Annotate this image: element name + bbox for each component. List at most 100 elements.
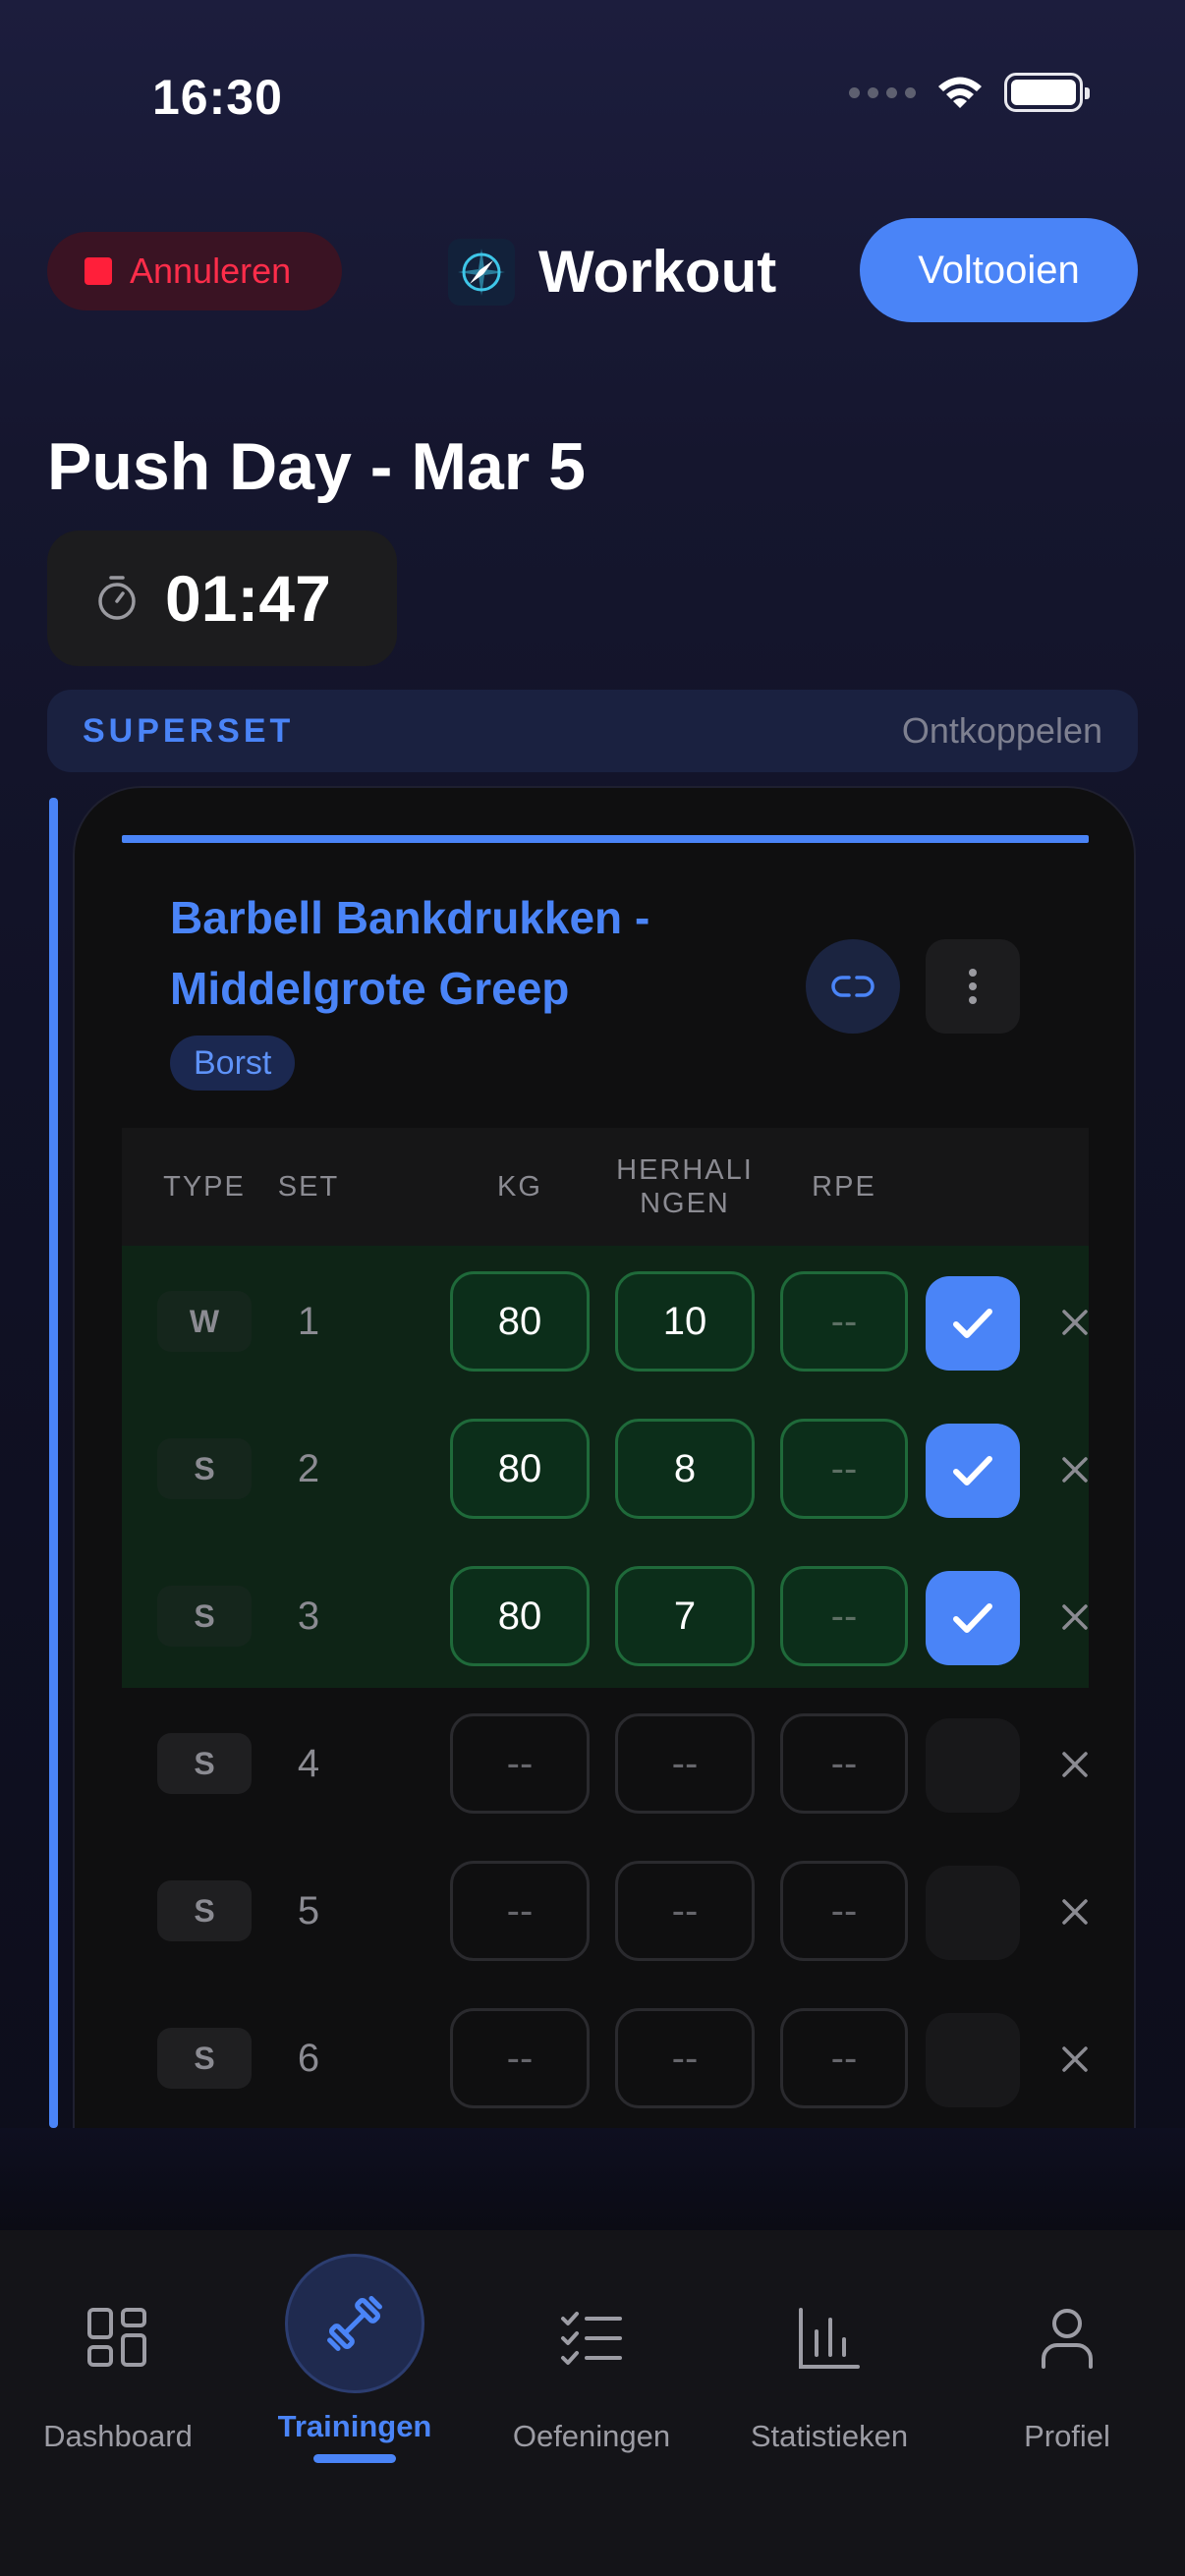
tab-label: Profiel <box>1024 2419 1110 2453</box>
timer-value: 01:47 <box>165 562 331 635</box>
status-icons <box>849 73 1090 112</box>
delete-set-button[interactable] <box>1045 2030 1104 2089</box>
complete-set-checkbox[interactable] <box>926 1424 1020 1518</box>
reps-input[interactable]: -- <box>615 1861 755 1961</box>
set-row: S 3 80 7 -- <box>122 1540 1089 1688</box>
delete-set-button[interactable] <box>1045 1440 1104 1499</box>
set-type-chip[interactable]: S <box>157 1880 252 1941</box>
set-type-chip[interactable]: S <box>157 2028 252 2089</box>
person-icon <box>1028 2299 1106 2378</box>
tab-oefeningen[interactable]: Oefeningen <box>474 2230 709 2466</box>
set-number: 1 <box>297 1299 320 1343</box>
checklist-icon <box>552 2299 631 2378</box>
active-tab-indicator <box>313 2454 396 2463</box>
set-row: S 4 -- -- -- <box>122 1688 1089 1835</box>
bar-chart-icon <box>790 2299 869 2378</box>
set-row: S 2 80 8 -- <box>122 1393 1089 1540</box>
tab-profiel[interactable]: Profiel <box>949 2230 1185 2466</box>
set-number: 4 <box>297 1741 320 1785</box>
tab-trainingen[interactable]: Trainingen <box>237 2230 473 2466</box>
tab-statistieken[interactable]: Statistieken <box>711 2230 947 2466</box>
delete-set-button[interactable] <box>1045 1293 1104 1352</box>
grid-icon <box>79 2299 157 2378</box>
rpe-input[interactable]: -- <box>780 2008 908 2108</box>
workout-title: Push Day - Mar 5 <box>47 429 586 504</box>
complete-set-checkbox[interactable] <box>926 1571 1020 1665</box>
rpe-input[interactable]: -- <box>780 1713 908 1814</box>
reps-input[interactable]: 10 <box>615 1271 755 1372</box>
delete-set-button[interactable] <box>1045 1882 1104 1941</box>
status-time: 16:30 <box>152 70 283 125</box>
card-accent-line <box>122 835 1089 843</box>
kg-input[interactable]: -- <box>450 1713 590 1814</box>
header-title: Workout <box>448 238 776 306</box>
complete-set-checkbox[interactable] <box>926 1276 1020 1371</box>
muscle-badge: Borst <box>170 1036 296 1091</box>
column-type: TYPE <box>163 1171 246 1203</box>
kg-input[interactable]: 80 <box>450 1566 590 1666</box>
link-icon <box>831 976 875 997</box>
set-type-chip[interactable]: S <box>157 1733 252 1794</box>
kg-input[interactable]: -- <box>450 1861 590 1961</box>
checkmark-icon <box>953 1456 992 1485</box>
workout-timer: 01:47 <box>47 531 397 666</box>
close-icon <box>1062 1899 1088 1925</box>
kg-input[interactable]: -- <box>450 2008 590 2108</box>
column-rpe: RPE <box>812 1171 876 1203</box>
more-options-button[interactable] <box>926 939 1020 1034</box>
exercise-card: Barbell Bankdrukken - Middelgrote Greep … <box>73 786 1136 2128</box>
sets-table: TYPE SET KG HERHALI NGEN RPE W 1 80 10 -- S 2 8… <box>122 1128 1089 2128</box>
checkmark-icon <box>953 1309 992 1338</box>
superset-bar: SUPERSET Ontkoppelen <box>47 690 1138 772</box>
stopwatch-icon <box>98 576 136 620</box>
tab-label: Trainingen <box>277 2409 432 2443</box>
set-number: 3 <box>297 1594 320 1638</box>
reps-input[interactable]: -- <box>615 1713 755 1814</box>
set-type-chip[interactable]: W <box>157 1291 252 1352</box>
cellular-signal-icon <box>849 86 916 98</box>
complete-set-checkbox[interactable] <box>926 2013 1020 2107</box>
superset-link-button[interactable] <box>806 939 900 1034</box>
rpe-input[interactable]: -- <box>780 1419 908 1519</box>
workout-screen: 16:30 Annuleren Workout Voltooien Push D… <box>0 0 1185 2576</box>
set-type-chip[interactable]: S <box>157 1438 252 1499</box>
rpe-input[interactable]: -- <box>780 1861 908 1961</box>
rpe-input[interactable]: -- <box>780 1566 908 1666</box>
checkmark-icon <box>953 1603 992 1633</box>
tab-label: Dashboard <box>43 2419 193 2453</box>
tab-bar: Dashboard Trainingen Oefeningen Statisti… <box>0 2230 1185 2576</box>
reps-input[interactable]: 8 <box>615 1419 755 1519</box>
complete-set-checkbox[interactable] <box>926 1866 1020 1960</box>
kg-input[interactable]: 80 <box>450 1271 590 1372</box>
battery-icon <box>1004 73 1090 112</box>
content-fade <box>0 2128 1185 2230</box>
tab-dashboard[interactable]: Dashboard <box>0 2230 236 2466</box>
set-number: 2 <box>297 1446 320 1490</box>
kg-input[interactable]: 80 <box>450 1419 590 1519</box>
column-set: SET <box>277 1171 340 1203</box>
stop-icon <box>85 257 112 285</box>
set-number: 5 <box>297 1888 320 1932</box>
unlink-button[interactable]: Ontkoppelen <box>902 710 1102 752</box>
cancel-button[interactable]: Annuleren <box>47 232 342 310</box>
reps-input[interactable]: 7 <box>615 1566 755 1666</box>
complete-set-checkbox[interactable] <box>926 1718 1020 1813</box>
delete-set-button[interactable] <box>1045 1588 1104 1647</box>
more-vertical-icon <box>969 969 977 1004</box>
rpe-input[interactable]: -- <box>780 1271 908 1372</box>
set-row: W 1 80 10 -- <box>122 1246 1089 1393</box>
superset-label: SUPERSET <box>83 711 295 750</box>
sets-table-header: TYPE SET KG HERHALI NGEN RPE <box>122 1128 1089 1246</box>
column-reps: HERHALI NGEN <box>616 1154 754 1219</box>
close-icon <box>1062 2046 1088 2072</box>
finish-button[interactable]: Voltooien <box>860 218 1138 322</box>
tab-label: Statistieken <box>750 2419 909 2453</box>
delete-set-button[interactable] <box>1045 1735 1104 1794</box>
close-icon <box>1062 1457 1088 1483</box>
set-type-chip[interactable]: S <box>157 1586 252 1647</box>
set-row: S 5 -- -- -- <box>122 1835 1089 1983</box>
reps-input[interactable]: -- <box>615 2008 755 2108</box>
set-row: S 6 -- -- -- <box>122 1983 1089 2128</box>
superset-accent-bar <box>49 798 58 2128</box>
exercise-name[interactable]: Barbell Bankdrukken - Middelgrote Greep <box>170 882 720 1024</box>
